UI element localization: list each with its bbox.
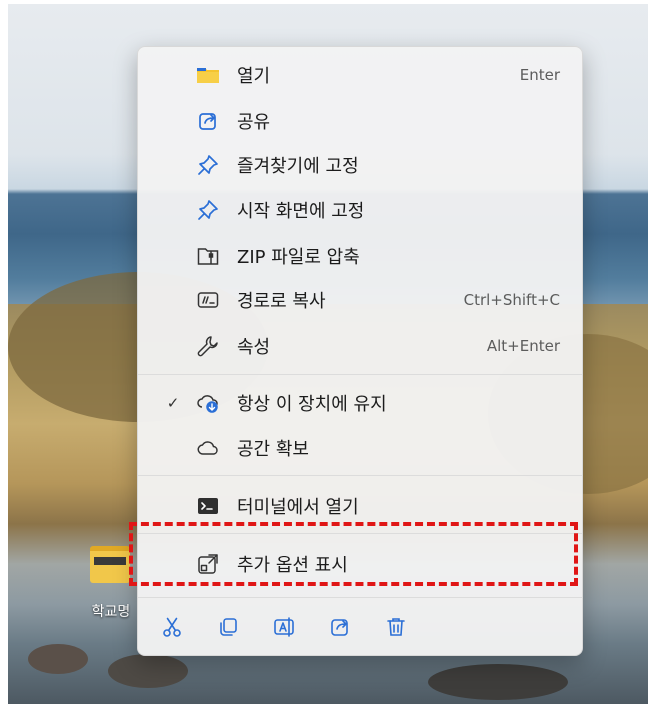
copy-button[interactable] [210,609,246,645]
copy-icon [217,616,239,638]
cut-button[interactable] [154,609,190,645]
folder-icon [194,61,222,89]
menu-item-shortcut: Alt+Enter [486,337,560,355]
menu-separator [138,374,582,375]
pin-icon [194,151,222,179]
menu-item-copy-path[interactable]: 경로로 복사 Ctrl+Shift+C [144,280,576,320]
menu-item-label: 경로로 복사 [237,291,326,312]
cloud-sync-icon [194,389,222,417]
menu-item-label: 속성 [237,337,271,358]
share-icon [194,107,222,135]
menu-item-share[interactable]: 공유 [144,101,576,141]
desktop-folder-label: 학교명 [91,604,131,620]
cloud-icon [194,434,222,462]
menu-item-label: 터미널에서 열기 [237,497,359,518]
rename-icon [273,616,295,638]
highlight-annotation-box [129,522,578,586]
menu-separator [138,475,582,476]
menu-item-shortcut: Ctrl+Shift+C [463,291,560,309]
checkmark-icon: ✓ [166,394,180,412]
menu-item-pin-favorites[interactable]: 즐겨찾기에 고정 [144,145,576,185]
share-icon [329,616,351,638]
menu-item-pin-start[interactable]: 시작 화면에 고정 [144,190,576,230]
menu-item-compress-zip[interactable]: ZIP 파일로 압축 [144,236,576,276]
menu-item-label: 즐겨찾기에 고정 [237,156,359,177]
zip-icon [194,242,222,270]
menu-item-label: 공간 확보 [237,439,309,460]
share-button[interactable] [322,609,358,645]
terminal-icon [194,492,222,520]
menu-item-open[interactable]: 열기 Enter [144,55,576,95]
wrench-icon [194,332,222,360]
cut-icon [161,616,183,638]
rename-button[interactable] [266,609,302,645]
menu-item-open-in-terminal[interactable]: 터미널에서 열기 [144,486,576,526]
menu-item-label: 항상 이 장치에 유지 [237,394,387,415]
copy-path-icon [194,286,222,314]
pin-icon [194,196,222,224]
menu-separator [138,597,582,598]
folder-icon [90,546,130,583]
menu-item-always-keep-on-device[interactable]: ✓ 항상 이 장치에 유지 [144,383,576,423]
delete-icon [385,616,407,638]
menu-item-free-up-space[interactable]: 공간 확보 [144,428,576,468]
quick-action-bar [138,603,582,649]
delete-button[interactable] [378,609,414,645]
menu-item-properties[interactable]: 속성 Alt+Enter [144,326,576,366]
menu-item-label: 열기 [237,66,271,87]
menu-item-shortcut: Enter [519,66,560,84]
menu-item-label: 시작 화면에 고정 [237,201,365,222]
menu-item-label: 공유 [237,112,271,133]
menu-item-label: ZIP 파일로 압축 [237,247,360,268]
